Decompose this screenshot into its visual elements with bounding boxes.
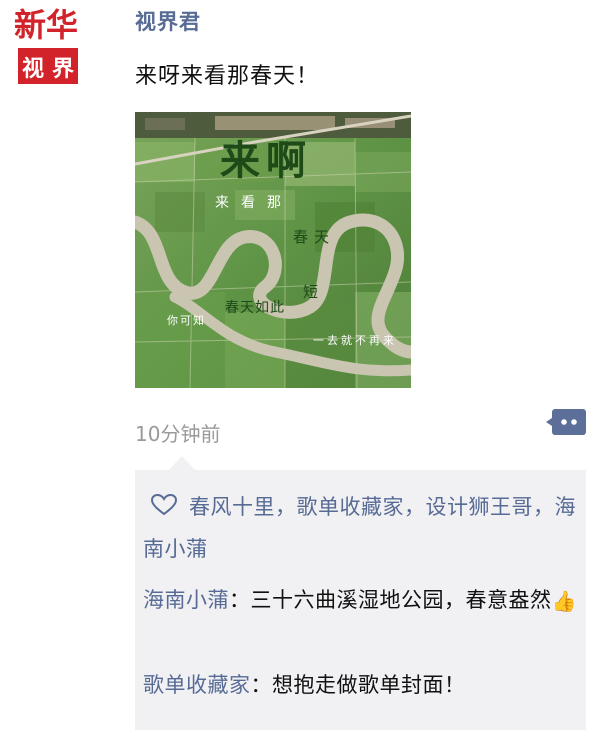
image-phrase-3: 你可知	[167, 313, 206, 327]
post-timestamp: 10分钟前	[135, 422, 221, 446]
username[interactable]: 视界君	[135, 6, 201, 36]
post-text: 来呀来看那春天！	[135, 64, 320, 89]
image-phrase-6: 一去就不再来	[313, 333, 397, 347]
logo-char-1: 新华	[14, 7, 78, 43]
comment-separator: ：	[229, 588, 251, 612]
like-separator: ，	[275, 495, 297, 519]
image-phrase-2: 春天	[293, 228, 335, 246]
comment-panel-arrow	[168, 456, 196, 471]
comment-text: 想抱走做歌单封面！	[272, 673, 466, 697]
like-separator: ，	[533, 495, 555, 519]
image-phrase-4: 春天如此	[225, 300, 285, 316]
comment-author[interactable]: 歌单收藏家	[143, 673, 251, 697]
comment-dots-icon	[546, 409, 586, 435]
heart-outline-icon	[151, 494, 177, 516]
wetland-river-photo: 来啊 来看那 春天 你可知 春天如此 短 一去就不再来	[135, 112, 411, 388]
comment-more-button[interactable]	[546, 408, 586, 436]
comment-author[interactable]: 海南小蒲	[143, 588, 229, 612]
comment-item[interactable]: 歌单收藏家：想抱走做歌单封面！	[143, 662, 579, 708]
thumbs-up-icon: 👍	[551, 589, 577, 613]
like-separator: ，	[404, 495, 426, 519]
like-user[interactable]: 春风十里	[189, 495, 275, 519]
interaction-panel: 春风十里，歌单收藏家，设计狮王哥，海南小蒲 海南小蒲：三十六曲溪湿地公园，春意盎…	[135, 470, 586, 730]
image-phrase-5: 短	[303, 283, 318, 301]
comment-item[interactable]: 海南小蒲：三十六曲溪湿地公园，春意盎然👍	[143, 577, 579, 624]
xinhua-shijie-logo: 新华 视界	[14, 6, 82, 84]
likes-row: 春风十里，歌单收藏家，设计狮王哥，海南小蒲	[143, 486, 579, 570]
comment-text: 三十六曲溪湿地公园，春意盎然	[250, 588, 552, 612]
like-user[interactable]: 歌单收藏家	[297, 495, 405, 519]
post-image[interactable]: 来啊 来看那 春天 你可知 春天如此 短 一去就不再来	[135, 112, 411, 388]
logo-char-2: 视界	[22, 56, 82, 81]
avatar[interactable]: 新华 视界	[12, 2, 84, 88]
image-phrase-1: 来看那	[215, 195, 293, 211]
image-title: 来啊	[220, 137, 312, 184]
like-user[interactable]: 设计狮王哥	[426, 495, 534, 519]
comment-separator: ：	[250, 673, 272, 697]
